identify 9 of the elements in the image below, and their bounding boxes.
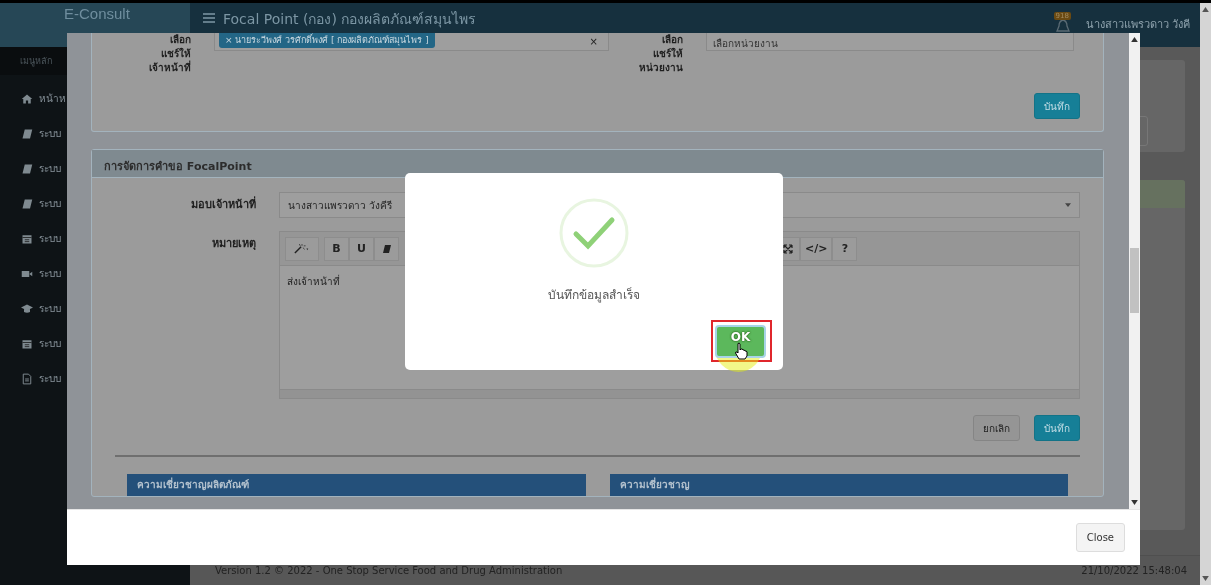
field-label: มอบเจ้าหน้าที่ — [190, 195, 256, 212]
alert-message: บันทึกข้อมูลสำเร็จ — [548, 286, 640, 304]
section-header: ความเชี่ยวชาญ — [609, 474, 1068, 496]
section-header: ความเชี่ยวชาญผลิตภัณฑ์ — [127, 474, 586, 496]
note-text: ส่งเจ้าหน้าที่ — [287, 276, 340, 287]
page-title: Focal Point (กอง) กองผลิตภัณฑ์สมุนไพร — [223, 10, 477, 30]
field-label: เลือก แชร์ให้ หน่วยงาน — [638, 33, 683, 75]
panel-header: การจัดการคำขอ FocalPoint — [92, 150, 1103, 178]
field-label: หมายเหตุ — [211, 236, 256, 251]
